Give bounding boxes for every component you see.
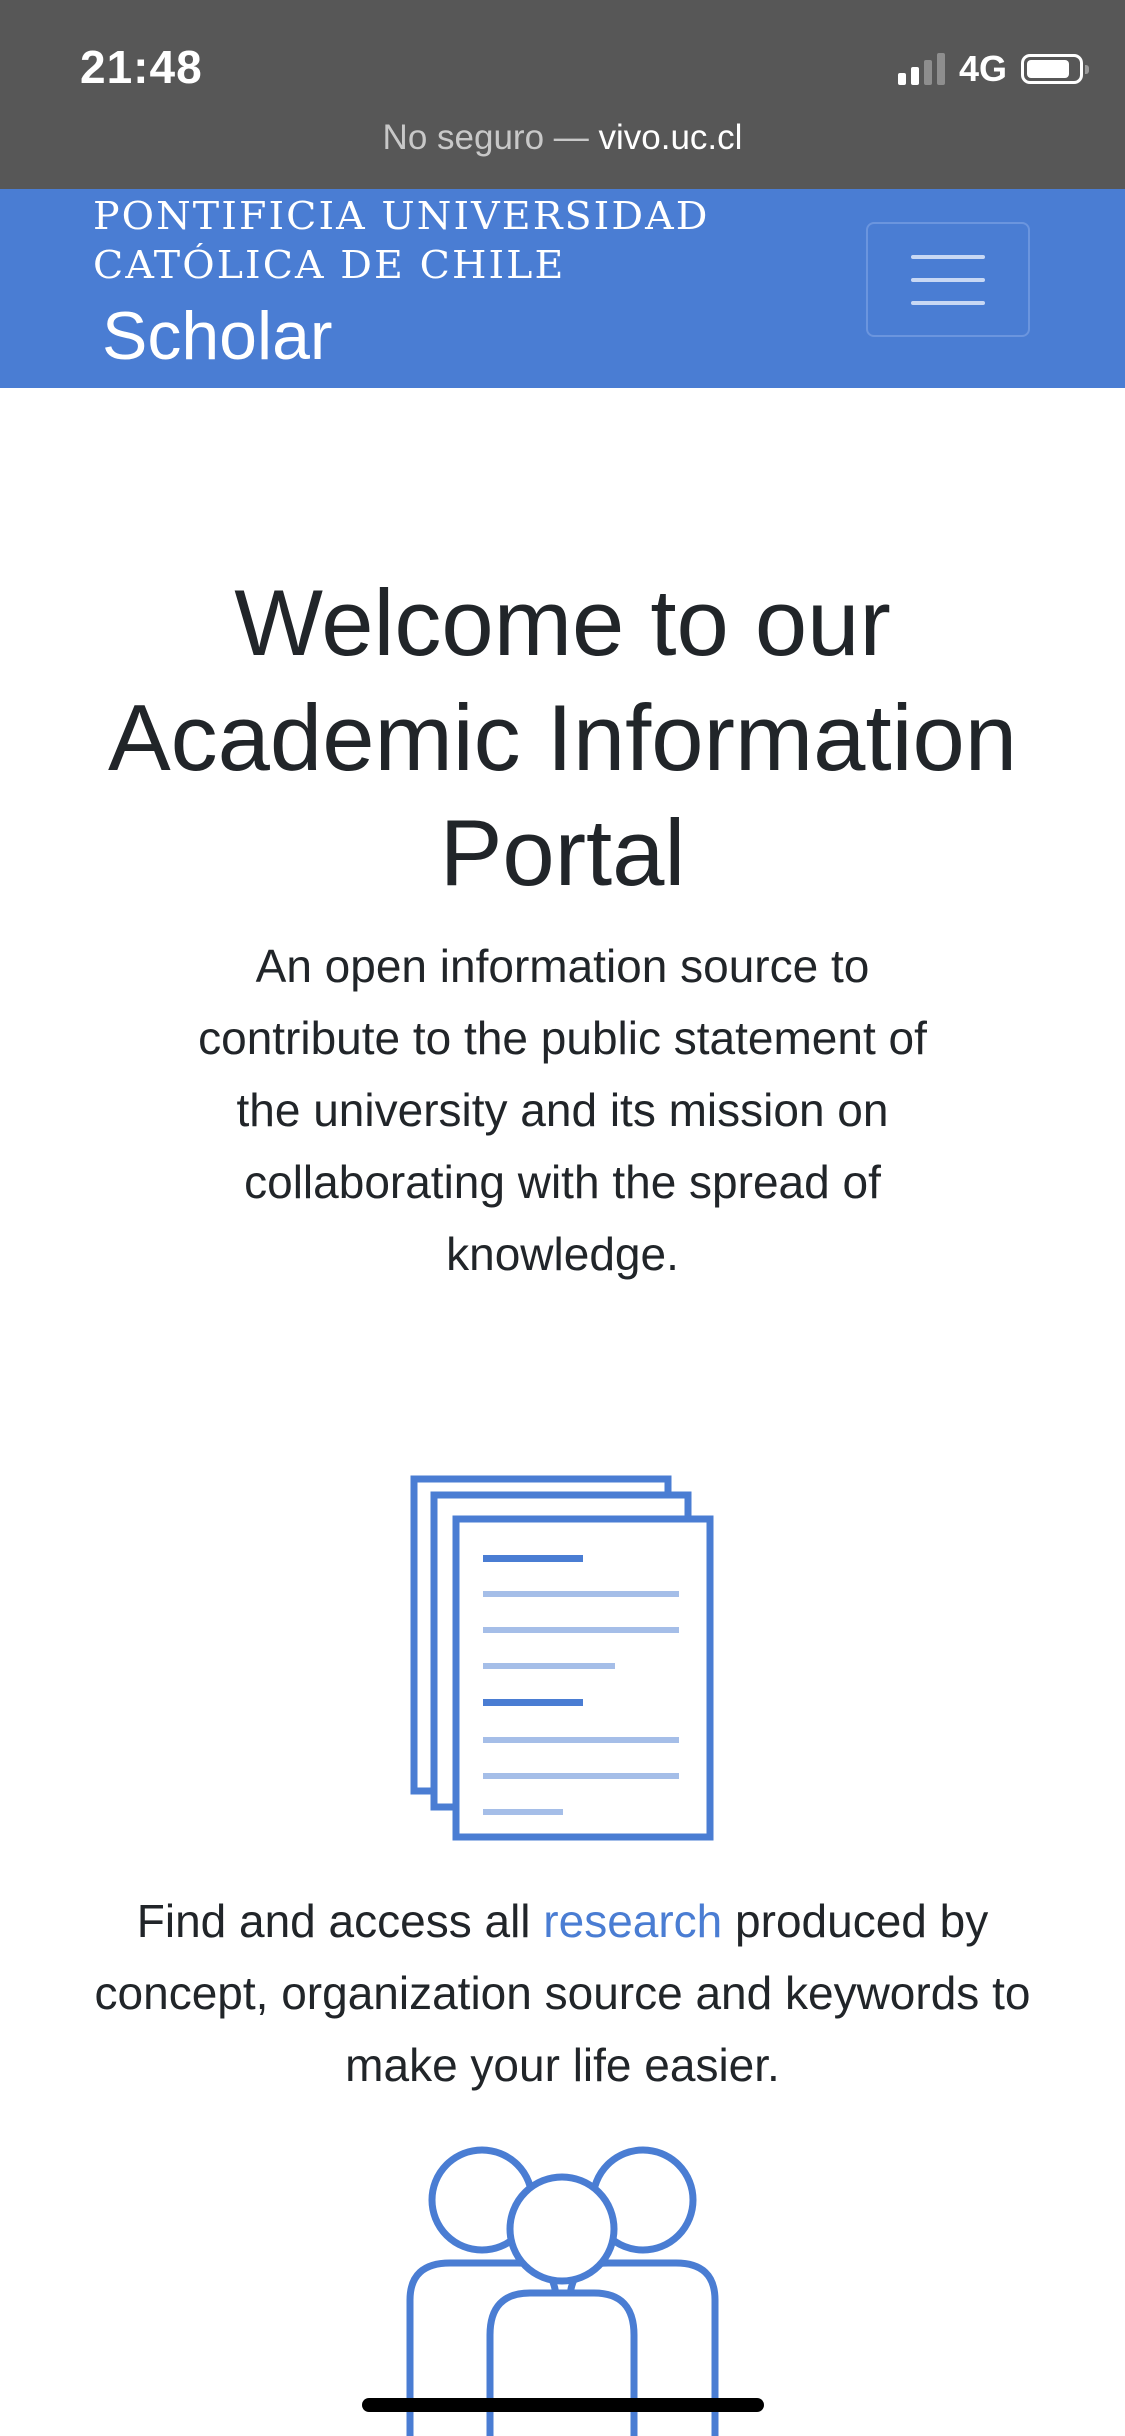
battery-icon — [1021, 54, 1089, 84]
research-link[interactable]: research — [543, 1895, 722, 1947]
network-type: 4G — [958, 48, 1007, 89]
url-domain: vivo.uc.cl — [598, 118, 743, 157]
hamburger-menu-icon — [911, 254, 985, 259]
menu-toggle-button[interactable] — [866, 222, 1030, 337]
address-bar[interactable]: No seguro — vivo.uc.cl — [0, 118, 1125, 158]
description-line: knowledge. — [446, 1228, 679, 1280]
university-name-line2[interactable]: CATÓLICA DE CHILE — [93, 243, 565, 287]
research-feature-text: Find and access all research produced by… — [94, 1895, 1031, 2091]
description-line: An open information source to — [255, 940, 870, 992]
page-title: Welcome to our Academic Information Port… — [0, 565, 1125, 910]
description-line: the university and its mission on — [236, 1084, 889, 1136]
university-name-line1[interactable]: PONTIFICIA UNIVERSIDAD — [93, 194, 710, 238]
browser-status-bar: 21:48 4G No seguro — vivo.uc.cl — [0, 0, 1125, 189]
people-group-icon — [406, 2146, 719, 2436]
hero-description: An open information source to contribute… — [150, 930, 975, 1290]
brand-scholar-link[interactable]: Scholar — [102, 297, 333, 375]
home-indicator[interactable] — [362, 2398, 764, 2412]
title-line: Portal — [439, 800, 686, 905]
description-line: contribute to the public statement of — [198, 1012, 927, 1064]
status-indicators: 4G — [897, 48, 1089, 90]
status-time: 21:48 — [80, 41, 203, 93]
site-navbar: PONTIFICIA UNIVERSIDAD CATÓLICA DE CHILE… — [0, 189, 1125, 388]
title-line: Academic Information — [107, 685, 1018, 790]
cellular-signal-icon — [897, 53, 945, 85]
security-label: No seguro — — [382, 118, 589, 157]
documents-icon — [410, 1475, 714, 1841]
title-line: Welcome to our — [234, 570, 891, 675]
app-screen: 21:48 4G No seguro — vivo.uc.cl PONTIFIC… — [0, 0, 1125, 2436]
description-line: collaborating with the spread of — [244, 1156, 881, 1208]
